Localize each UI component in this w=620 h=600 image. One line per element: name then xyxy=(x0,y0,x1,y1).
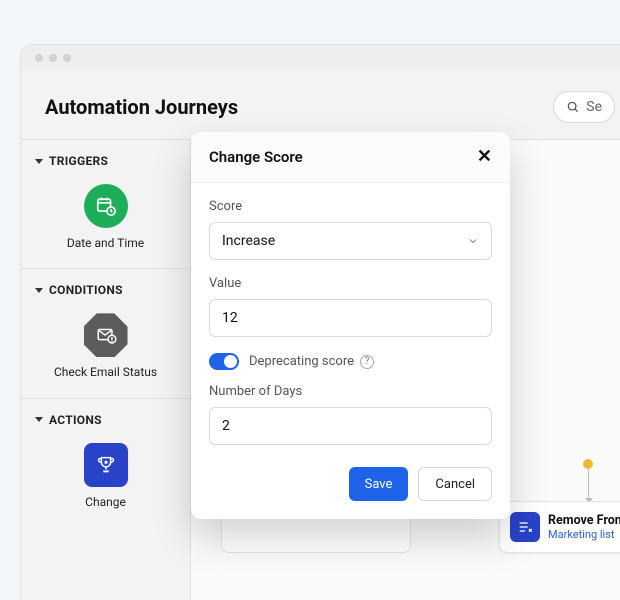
search-icon xyxy=(566,100,580,114)
trophy-icon xyxy=(84,443,128,487)
cancel-button-label: Cancel xyxy=(435,477,475,492)
value-input-field[interactable] xyxy=(222,310,479,326)
canvas-node-subtitle: Marketing list xyxy=(548,528,620,541)
cancel-button[interactable]: Cancel xyxy=(418,467,492,501)
value-input[interactable] xyxy=(209,299,492,337)
traffic-light-dot xyxy=(35,54,43,62)
modal-footer: Save Cancel xyxy=(191,455,510,519)
sidebar-section-label: ACTIONS xyxy=(49,413,102,427)
search-input[interactable]: Se xyxy=(553,91,615,123)
deprecating-label: Deprecating score xyxy=(249,354,354,369)
modal-header: Change Score ✕ xyxy=(191,132,510,183)
sidebar-item-label: Date and Time xyxy=(67,236,144,250)
deprecating-label-wrap: Deprecating score ? xyxy=(249,354,374,369)
deprecating-toggle[interactable] xyxy=(209,353,239,370)
help-icon[interactable]: ? xyxy=(360,355,374,369)
canvas-connector-arrow xyxy=(588,469,589,499)
sidebar-section-actions[interactable]: ACTIONS xyxy=(21,399,190,427)
sidebar-section-triggers[interactable]: TRIGGERS xyxy=(21,140,190,168)
calendar-clock-icon xyxy=(84,184,128,228)
save-button[interactable]: Save xyxy=(349,467,409,501)
modal-body: Score Increase Value Deprecating score ?… xyxy=(191,183,510,455)
traffic-light-dot xyxy=(49,54,57,62)
search-placeholder: Se xyxy=(586,99,602,115)
page-header: Automation Journeys Se xyxy=(21,71,620,139)
traffic-light-dot xyxy=(63,54,71,62)
caret-down-icon xyxy=(35,159,43,164)
sidebar-section-conditions[interactable]: CONDITIONS xyxy=(21,269,190,297)
sidebar-item-check-email-status[interactable]: Check Email Status xyxy=(21,297,190,398)
sidebar-item-change[interactable]: Change xyxy=(21,427,190,527)
sidebar-section-label: TRIGGERS xyxy=(49,154,108,168)
page-title: Automation Journeys xyxy=(45,95,238,119)
days-input[interactable] xyxy=(209,407,492,445)
chevron-down-icon xyxy=(467,235,479,247)
score-select-value: Increase xyxy=(222,233,275,249)
envelope-alert-icon xyxy=(84,313,128,357)
close-icon[interactable]: ✕ xyxy=(477,148,492,166)
canvas-connector-dot xyxy=(583,459,593,469)
window-titlebar xyxy=(21,45,620,71)
change-score-modal: Change Score ✕ Score Increase Value Depr… xyxy=(191,132,510,519)
days-input-field[interactable] xyxy=(222,418,479,434)
deprecating-toggle-row: Deprecating score ? xyxy=(209,353,492,370)
caret-down-icon xyxy=(35,417,43,422)
sidebar-item-label: Change xyxy=(85,495,126,509)
remove-from-list-icon xyxy=(510,512,540,542)
canvas-node-texts: Remove From List Marketing list xyxy=(548,513,620,541)
save-button-label: Save xyxy=(365,477,393,492)
days-label: Number of Days xyxy=(209,384,492,399)
sidebar-item-label: Check Email Status xyxy=(54,365,157,379)
canvas-node-title: Remove From List xyxy=(548,513,620,528)
sidebar: TRIGGERS Date and Time CONDITIONS xyxy=(21,140,191,600)
sidebar-section-label: CONDITIONS xyxy=(49,283,123,297)
score-label: Score xyxy=(209,199,492,214)
modal-title: Change Score xyxy=(209,148,303,166)
caret-down-icon xyxy=(35,288,43,293)
sidebar-item-date-and-time[interactable]: Date and Time xyxy=(21,168,190,269)
canvas-node-remove-from-list[interactable]: Remove From List Marketing list xyxy=(499,501,620,553)
score-select[interactable]: Increase xyxy=(209,222,492,260)
value-label: Value xyxy=(209,276,492,291)
